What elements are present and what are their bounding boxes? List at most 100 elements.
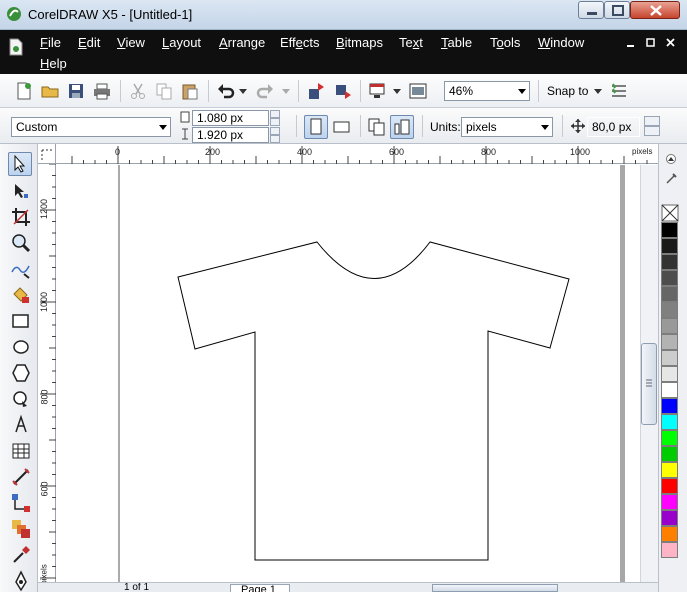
text-tool-icon[interactable] (10, 414, 32, 436)
vertical-scrollbar-thumb[interactable] (641, 343, 657, 425)
horizontal-ruler[interactable]: 0 200 400 600 800 1000 pixels (56, 144, 658, 164)
blend-tool-icon[interactable] (10, 518, 32, 540)
color-swatch[interactable] (661, 334, 678, 350)
color-swatch[interactable] (661, 478, 678, 494)
color-swatch[interactable] (661, 350, 678, 366)
redo-icon[interactable] (255, 81, 275, 101)
drawing-canvas[interactable] (57, 165, 625, 582)
nudge-spin-down[interactable] (644, 126, 660, 136)
tshirt-outline-shape[interactable] (177, 241, 570, 561)
current-page-button[interactable] (390, 115, 414, 139)
basic-shapes-icon[interactable] (10, 388, 32, 410)
color-swatch[interactable] (661, 222, 678, 238)
color-swatch[interactable] (661, 366, 678, 382)
menu-file[interactable]: File (40, 34, 61, 52)
color-swatch[interactable] (661, 318, 678, 334)
application-launcher-icon[interactable] (367, 81, 387, 101)
height-spin-up[interactable] (270, 127, 280, 135)
copy-icon[interactable] (154, 81, 174, 101)
color-swatch[interactable] (661, 446, 678, 462)
welcome-screen-icon[interactable] (408, 81, 428, 101)
color-swatch[interactable] (661, 270, 678, 286)
export-icon[interactable] (333, 81, 353, 101)
palette-scroll-up-icon[interactable] (664, 154, 678, 164)
color-swatch[interactable] (661, 462, 678, 478)
eyedropper-tool-icon[interactable] (10, 544, 32, 566)
menu-bitmaps[interactable]: Bitmaps (336, 34, 383, 52)
page-height-input[interactable]: 1.920 px (192, 127, 269, 143)
menu-edit[interactable]: Edit (78, 34, 100, 52)
ruler-origin[interactable] (38, 144, 56, 164)
horizontal-scrollbar-thumb[interactable] (432, 584, 558, 592)
nudge-distance-input[interactable]: 80,0 px (587, 117, 640, 137)
color-swatch[interactable] (661, 286, 678, 302)
palette-flyout-icon[interactable] (664, 172, 678, 186)
polygon-tool-icon[interactable] (10, 362, 32, 384)
color-swatch[interactable] (661, 526, 678, 542)
shape-tool-icon[interactable] (10, 180, 32, 202)
outline-pen-icon[interactable] (10, 570, 32, 592)
options-icon[interactable] (609, 81, 629, 101)
color-swatch[interactable] (661, 238, 678, 254)
crop-tool-icon[interactable] (10, 206, 32, 228)
color-swatch[interactable] (661, 382, 678, 398)
snap-to-button[interactable]: Snap to (547, 84, 588, 98)
vertical-ruler[interactable]: 1200 1000 800 600 pixels (38, 164, 56, 585)
cut-icon[interactable] (128, 81, 148, 101)
paste-icon[interactable] (180, 81, 200, 101)
page-width-input[interactable]: 1.080 px (192, 110, 269, 126)
color-swatch[interactable] (661, 430, 678, 446)
launcher-dropdown-chevron-icon[interactable] (393, 89, 401, 94)
menu-view[interactable]: View (117, 34, 145, 52)
portrait-button[interactable] (304, 115, 328, 139)
landscape-orientation-icon[interactable] (331, 116, 353, 138)
menu-effects[interactable]: Effects (280, 34, 320, 52)
redo-dropdown-chevron-icon[interactable] (282, 89, 290, 94)
menu-tools[interactable]: Tools (490, 34, 520, 52)
document-window-controls[interactable] (627, 37, 679, 49)
pick-tool-button[interactable] (8, 152, 32, 176)
menu-arrange[interactable]: Arrange (219, 34, 265, 52)
print-icon[interactable] (92, 81, 112, 101)
table-tool-icon[interactable] (10, 440, 32, 462)
close-button[interactable] (630, 1, 680, 19)
units-combo[interactable]: pixels (461, 117, 553, 137)
color-swatch[interactable] (661, 302, 678, 318)
open-folder-icon[interactable] (40, 81, 60, 101)
color-swatch[interactable] (661, 494, 678, 510)
menu-table[interactable]: Table (441, 34, 472, 52)
maximize-button[interactable] (604, 1, 630, 19)
menu-help[interactable]: Help (40, 55, 67, 73)
color-swatch[interactable] (661, 510, 678, 526)
snap-to-dropdown-chevron-icon[interactable] (594, 89, 602, 94)
menu-window[interactable]: Window (538, 34, 584, 52)
zoom-level-combo[interactable]: 46% (444, 81, 530, 101)
zoom-tool-icon[interactable] (10, 232, 32, 254)
menu-text[interactable]: Text (399, 34, 423, 52)
smart-fill-icon[interactable] (10, 284, 32, 306)
ellipse-tool-icon[interactable] (10, 336, 32, 358)
paper-type-combo[interactable]: Custom (11, 117, 171, 137)
color-swatch[interactable] (661, 542, 678, 558)
freehand-tool-icon[interactable] (10, 258, 32, 280)
dimension-tool-icon[interactable] (10, 466, 32, 488)
page-tab[interactable]: Page 1 (230, 584, 290, 592)
new-document-icon[interactable] (14, 81, 34, 101)
undo-dropdown-chevron-icon[interactable] (239, 89, 247, 94)
height-spin-down[interactable] (270, 135, 280, 143)
color-swatch[interactable] (661, 398, 678, 414)
connector-tool-icon[interactable] (10, 492, 32, 514)
rectangle-tool-icon[interactable] (10, 310, 32, 332)
width-spin-up[interactable] (270, 110, 280, 118)
nudge-spin-up[interactable] (644, 116, 660, 126)
color-swatch[interactable] (661, 254, 678, 270)
color-swatch[interactable] (661, 414, 678, 430)
save-icon[interactable] (66, 81, 86, 101)
import-icon[interactable] (306, 81, 326, 101)
menu-layout[interactable]: Layout (162, 34, 201, 52)
minimize-button[interactable] (578, 1, 604, 19)
no-color-swatch-icon[interactable] (661, 204, 679, 222)
undo-icon[interactable] (216, 81, 236, 101)
all-pages-icon[interactable] (366, 116, 388, 138)
width-spin-down[interactable] (270, 118, 280, 126)
